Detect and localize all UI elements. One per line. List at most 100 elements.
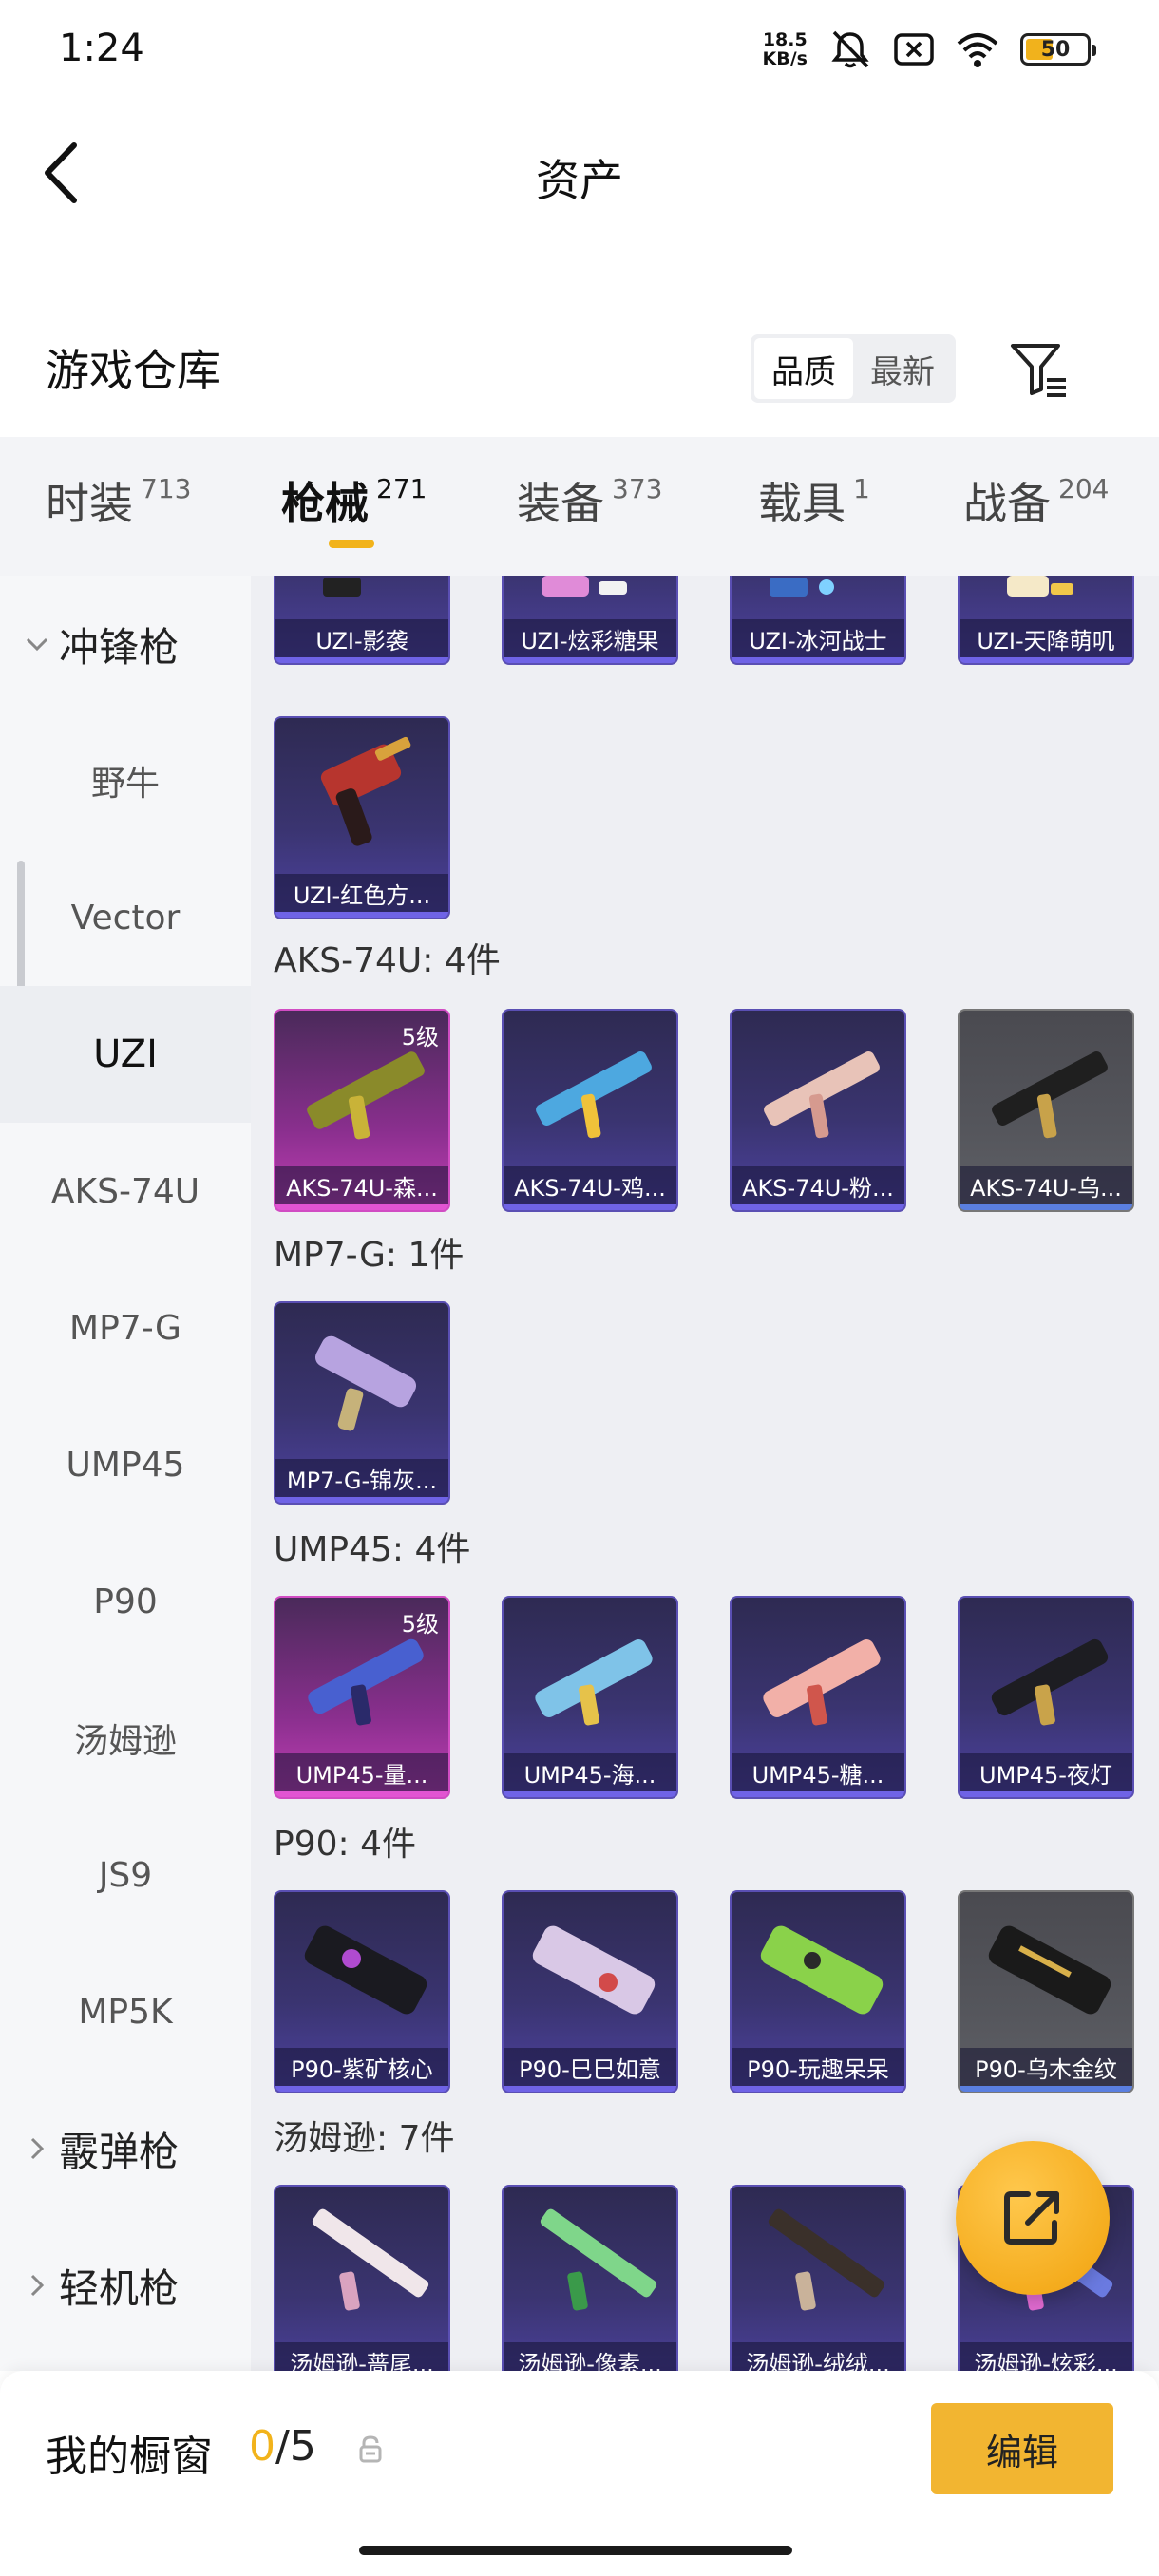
weapon-image [314, 1335, 417, 1431]
weapon-card[interactable]: UMP45-海... [502, 1596, 678, 1799]
filter-icon[interactable] [1007, 338, 1070, 401]
weapon-card[interactable]: 汤姆逊-绒绒... [730, 2185, 906, 2371]
sidebar-item-uzi[interactable]: UZI [0, 986, 251, 1123]
section-title-thompson: 汤姆逊: 7件 [274, 2119, 455, 2158]
weapon-image [768, 2208, 885, 2311]
weapon-card[interactable]: UZI-影袭 [274, 576, 450, 665]
sidebar-group-smg[interactable]: 冲锋枪 [0, 576, 251, 712]
chevron-right-icon [19, 2267, 55, 2303]
weapon-image [320, 736, 411, 846]
tab-count: 204 [1058, 473, 1110, 504]
active-tab-indicator [329, 540, 374, 548]
weapon-image [304, 1925, 428, 2015]
weapon-name: UMP45-海... [504, 1753, 676, 1791]
no-sim-icon [894, 33, 934, 66]
weapon-card[interactable]: UMP45-夜灯 [958, 1596, 1134, 1799]
weapon-card[interactable]: AKS-74U-鸡... [502, 1009, 678, 1212]
weapon-grid: UZI-影袭 UZI-炫彩糖果 UZI-冰河战士 UZI-天降萌叽 UZI-红色… [251, 576, 1159, 2371]
weapon-card[interactable]: P90-玩趣呆呆 [730, 1890, 906, 2093]
sidebar-group-label: 轻机枪 [59, 2264, 180, 2312]
weapon-name: UZI-影袭 [276, 619, 448, 657]
weapon-card[interactable]: 5级 UMP45-量... [274, 1596, 450, 1799]
sidebar-item-js9[interactable]: JS9 [0, 1807, 251, 1943]
section-title-mp7g: MP7-G: 1件 [274, 1236, 465, 1275]
sidebar-item-mp7g[interactable]: MP7-G [0, 1260, 251, 1396]
tab-vehicles[interactable]: 载具 1 [758, 469, 870, 532]
chevron-right-icon [19, 2131, 55, 2167]
sidebar-item-vector[interactable]: Vector [0, 849, 251, 986]
weapon-sidebar: 冲锋枪 野牛 Vector UZI AKS-74U MP7-G UMP45 P9… [0, 576, 251, 2371]
weapon-card[interactable]: 5级 AKS-74U-森... [274, 1009, 450, 1212]
weapon-image [770, 578, 834, 597]
weapon-image [535, 1639, 653, 1726]
status-bar: 1:24 18.5 KB/s 50 [0, 0, 1159, 104]
weapon-name: P90-巳巳如意 [504, 2048, 676, 2086]
weapon-card[interactable]: UZI-天降萌叽 [958, 576, 1134, 665]
sidebar-group-lmg[interactable]: 轻机枪 [0, 2217, 251, 2354]
sidebar-item-p90[interactable]: P90 [0, 1533, 251, 1670]
weapon-card[interactable]: P90-紫矿核心 [274, 1890, 450, 2093]
showcase-total: /5 [276, 2422, 316, 2471]
tab-count: 373 [612, 473, 663, 504]
sidebar-item-bison[interactable]: 野牛 [0, 712, 251, 849]
tab-label: 载具 [758, 478, 846, 529]
sort-toggle: 品质 最新 [750, 334, 956, 403]
weapon-card[interactable]: 汤姆逊-蔷尾... [274, 2185, 450, 2371]
weapon-name: UZI-炫彩糖果 [504, 619, 676, 657]
weapon-level-badge: 5级 [401, 1024, 439, 1051]
weapon-card[interactable]: P90-乌木金纹 [958, 1890, 1134, 2093]
weapon-image [1007, 576, 1074, 597]
weapon-card[interactable]: UZI-冰河战士 [730, 576, 906, 665]
weapon-card[interactable]: 汤姆逊-像素... [502, 2185, 678, 2371]
tab-fashion[interactable]: 时装 713 [46, 469, 191, 532]
weapon-card[interactable]: MP7-G-锦灰... [274, 1301, 450, 1505]
weapon-image [760, 1925, 884, 2015]
sidebar-group-shotgun[interactable]: 霰弹枪 [0, 2080, 251, 2217]
battery-level: 50 [1040, 37, 1071, 62]
home-indicator[interactable] [359, 2546, 792, 2555]
weapon-name: UMP45-糖... [732, 1753, 904, 1791]
category-tabs: 时装 713 枪械 271 装备 373 载具 1 战备 204 [0, 437, 1159, 576]
section-title-ump45: UMP45: 4件 [274, 1530, 471, 1569]
tab-combat-gear[interactable]: 战备 204 [963, 469, 1109, 532]
share-icon [1004, 2191, 1059, 2245]
weapon-name: 汤姆逊-蔷尾... [276, 2342, 448, 2371]
weapon-card[interactable]: UZI-红色方... [274, 716, 450, 919]
weapon-name: UZI-冰河战士 [732, 619, 904, 657]
sidebar-item-ump45[interactable]: UMP45 [0, 1396, 251, 1533]
tab-label: 枪械 [281, 478, 369, 529]
weapon-image [991, 1638, 1109, 1726]
weapon-image [764, 1051, 880, 1139]
showcase-current: 0 [249, 2422, 276, 2471]
sort-newest-button[interactable]: 最新 [853, 338, 952, 399]
tab-equipment[interactable]: 装备 373 [517, 469, 662, 532]
weapon-card[interactable]: UZI-炫彩糖果 [502, 576, 678, 665]
edit-button[interactable]: 编辑 [931, 2403, 1113, 2494]
share-button[interactable] [956, 2141, 1110, 2295]
weapon-image [988, 1925, 1112, 2015]
weapon-image [536, 1051, 652, 1139]
tab-count: 713 [141, 473, 192, 504]
weapon-name: 汤姆逊-像素... [504, 2342, 676, 2371]
sidebar-group-label: 霰弹枪 [59, 2128, 180, 2175]
section-title-aks74u: AKS-74U: 4件 [274, 941, 501, 980]
weapon-name: AKS-74U-森... [276, 1166, 448, 1204]
weapon-card[interactable]: P90-巳巳如意 [502, 1890, 678, 2093]
weapon-name: UMP45-夜灯 [960, 1753, 1132, 1791]
page-title: 资产 [536, 155, 623, 206]
warehouse-title: 游戏仓库 [46, 345, 220, 396]
sidebar-item-aks74u[interactable]: AKS-74U [0, 1123, 251, 1260]
sidebar-item-mp5k[interactable]: MP5K [0, 1943, 251, 2080]
sidebar-item-thompson[interactable]: 汤姆逊 [0, 1670, 251, 1807]
sort-quality-button[interactable]: 品质 [754, 338, 853, 399]
weapon-name: 汤姆逊-绒绒... [732, 2342, 904, 2371]
weapon-card[interactable]: AKS-74U-乌... [958, 1009, 1134, 1212]
tab-firearms[interactable]: 枪械 271 [281, 469, 427, 532]
weapon-name: UMP45-量... [276, 1753, 448, 1791]
tab-label: 战备 [963, 478, 1051, 529]
sidebar-group-label: 冲锋枪 [59, 623, 180, 671]
section-title-p90: P90: 4件 [274, 1825, 416, 1864]
weapon-card[interactable]: UMP45-糖... [730, 1596, 906, 1799]
weapon-card[interactable]: AKS-74U-粉... [730, 1009, 906, 1212]
mute-icon [831, 30, 869, 68]
